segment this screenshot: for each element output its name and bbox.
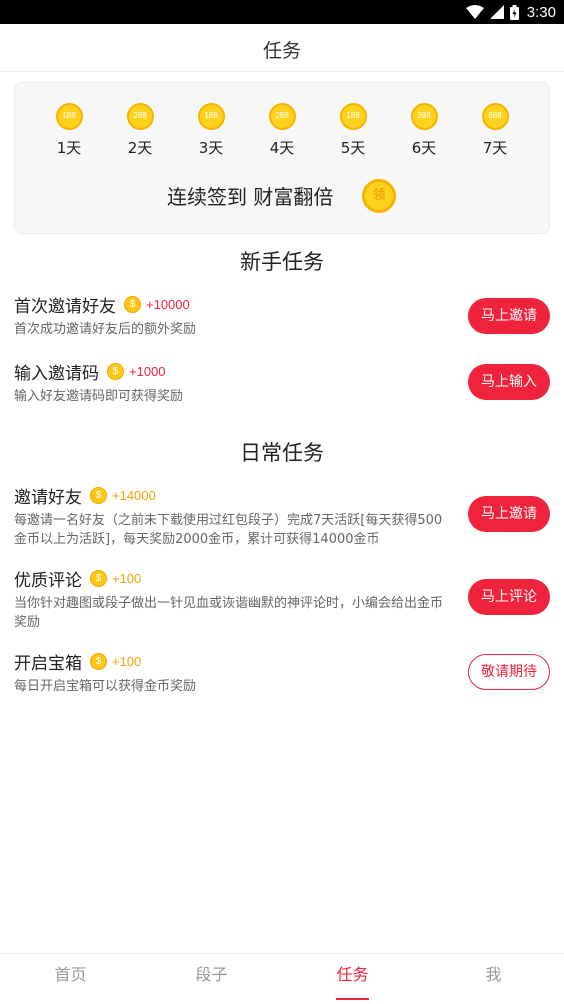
checkin-day: 288 6天 (394, 103, 454, 158)
comment-now-button[interactable]: 马上评论 (468, 579, 550, 615)
task-item: 首次邀请好友 $ +10000 首次成功邀请好友后的额外奖励 马上邀请 (14, 293, 550, 339)
section-title-newbie: 新手任务 (240, 250, 324, 274)
checkin-day: 288 2天 (110, 103, 170, 158)
task-desc: 每日开启宝箱可以获得金币奖励 (14, 679, 197, 694)
status-bar: 3:30 (0, 0, 564, 24)
task-name: 开启宝箱 (14, 653, 82, 674)
coin-amount: 288 (275, 111, 289, 120)
battery-icon (509, 4, 519, 20)
status-time: 3:30 (526, 3, 556, 21)
title-bar: 任务 (0, 24, 564, 72)
day-label: 1天 (56, 139, 82, 157)
coin-icon: 688 (481, 103, 509, 130)
task-reward: +100 (112, 570, 142, 586)
coin-icon: 288 (268, 103, 296, 130)
invite-now-button[interactable]: 马上邀请 (468, 496, 550, 532)
coin-icon: $ (90, 569, 107, 587)
wifi-icon (465, 5, 484, 19)
tab-label: 任务 (336, 965, 369, 984)
section-title-daily: 日常任务 (240, 441, 324, 465)
tab-label: 我 (485, 965, 502, 984)
day-label: 2天 (127, 139, 153, 157)
coming-soon-button[interactable]: 敬请期待 (468, 654, 550, 690)
task-desc: 输入好友邀请码即可获得奖励 (14, 389, 184, 404)
coin-amount: 288 (417, 111, 431, 120)
task-reward: +100 (112, 653, 142, 669)
coin-amount: 688 (488, 111, 502, 120)
day-label: 7天 (482, 139, 508, 157)
coin-icon: $ (90, 652, 107, 670)
task-head: 邀请好友 $ +14000 (14, 484, 550, 508)
day-label: 5天 (340, 139, 366, 157)
tab-label: 首页 (54, 965, 87, 984)
checkin-slogan: 连续签到 财富翻倍 (167, 185, 334, 209)
tab-tasks[interactable]: 任务 (282, 954, 423, 1004)
coin-icon: 188 (339, 103, 367, 130)
coin-icon: 188 (55, 103, 83, 130)
tab-me[interactable]: 我 (423, 954, 564, 1004)
task-head: 优质评论 $ +100 (14, 567, 550, 591)
status-icons: 3:30 (465, 3, 556, 21)
task-reward: +1000 (129, 363, 166, 379)
day-label: 3天 (198, 139, 224, 157)
task-name: 输入邀请码 (14, 363, 99, 384)
enter-code-button[interactable]: 马上输入 (468, 364, 550, 400)
checkin-day: 288 4天 (252, 103, 312, 158)
checkin-days: 188 1天 288 2天 188 3天 288 4天 188 5天 288 6… (15, 103, 551, 163)
coin-icon: 288 (126, 103, 154, 130)
task-desc: 当你针对趣图或段子做出一针见血或诙谐幽默的神评论时，小编会给出金币奖励 (14, 596, 444, 630)
bottom-tab-bar: 首页 段子 任务 我 (0, 953, 564, 1004)
invite-now-button[interactable]: 马上邀请 (468, 298, 550, 334)
tab-home[interactable]: 首页 (0, 954, 141, 1004)
task-item: 开启宝箱 $ +100 每日开启宝箱可以获得金币奖励 敬请期待 (14, 650, 550, 696)
tab-label: 段子 (195, 965, 228, 984)
coin-icon: $ (90, 486, 107, 504)
day-label: 4天 (269, 139, 295, 157)
task-item: 邀请好友 $ +14000 每邀请一名好友（之前未下载使用过红包段子）完成7天活… (14, 484, 550, 549)
task-reward: +14000 (112, 487, 156, 503)
coin-amount: 188 (204, 111, 218, 120)
checkin-day: 188 1天 (39, 103, 99, 158)
checkin-card: 188 1天 288 2天 188 3天 288 4天 188 5天 288 6… (14, 82, 550, 234)
coin-icon: 188 (197, 103, 225, 130)
coin-icon: $ (124, 295, 141, 313)
coin-amount: 188 (346, 111, 360, 120)
task-name: 优质评论 (14, 570, 82, 591)
tab-jokes[interactable]: 段子 (141, 954, 282, 1004)
task-name: 邀请好友 (14, 487, 82, 508)
task-item: 优质评论 $ +100 当你针对趣图或段子做出一针见血或诙谐幽默的神评论时，小编… (14, 567, 550, 632)
page-title: 任务 (262, 40, 301, 62)
coin-icon: 288 (410, 103, 438, 130)
checkin-day: 688 7天 (465, 103, 525, 158)
coin-amount: 288 (133, 111, 147, 120)
claim-label: 领 (372, 188, 386, 203)
signal-icon (489, 5, 504, 19)
coin-amount: 188 (62, 111, 76, 120)
day-label: 6天 (411, 139, 437, 157)
task-reward: +10000 (146, 296, 190, 312)
claim-button[interactable]: 领 (362, 179, 396, 213)
task-desc: 每邀请一名好友（之前未下载使用过红包段子）完成7天活跃[每天获得500金币以上为… (14, 513, 443, 547)
checkin-day: 188 3天 (181, 103, 241, 158)
task-name: 首次邀请好友 (14, 296, 116, 317)
active-tab-indicator (336, 998, 369, 1000)
task-desc: 首次成功邀请好友后的额外奖励 (14, 322, 197, 337)
checkin-day: 188 5天 (323, 103, 383, 158)
coin-icon: $ (107, 362, 124, 380)
task-item: 输入邀请码 $ +1000 输入好友邀请码即可获得奖励 马上输入 (14, 360, 550, 406)
